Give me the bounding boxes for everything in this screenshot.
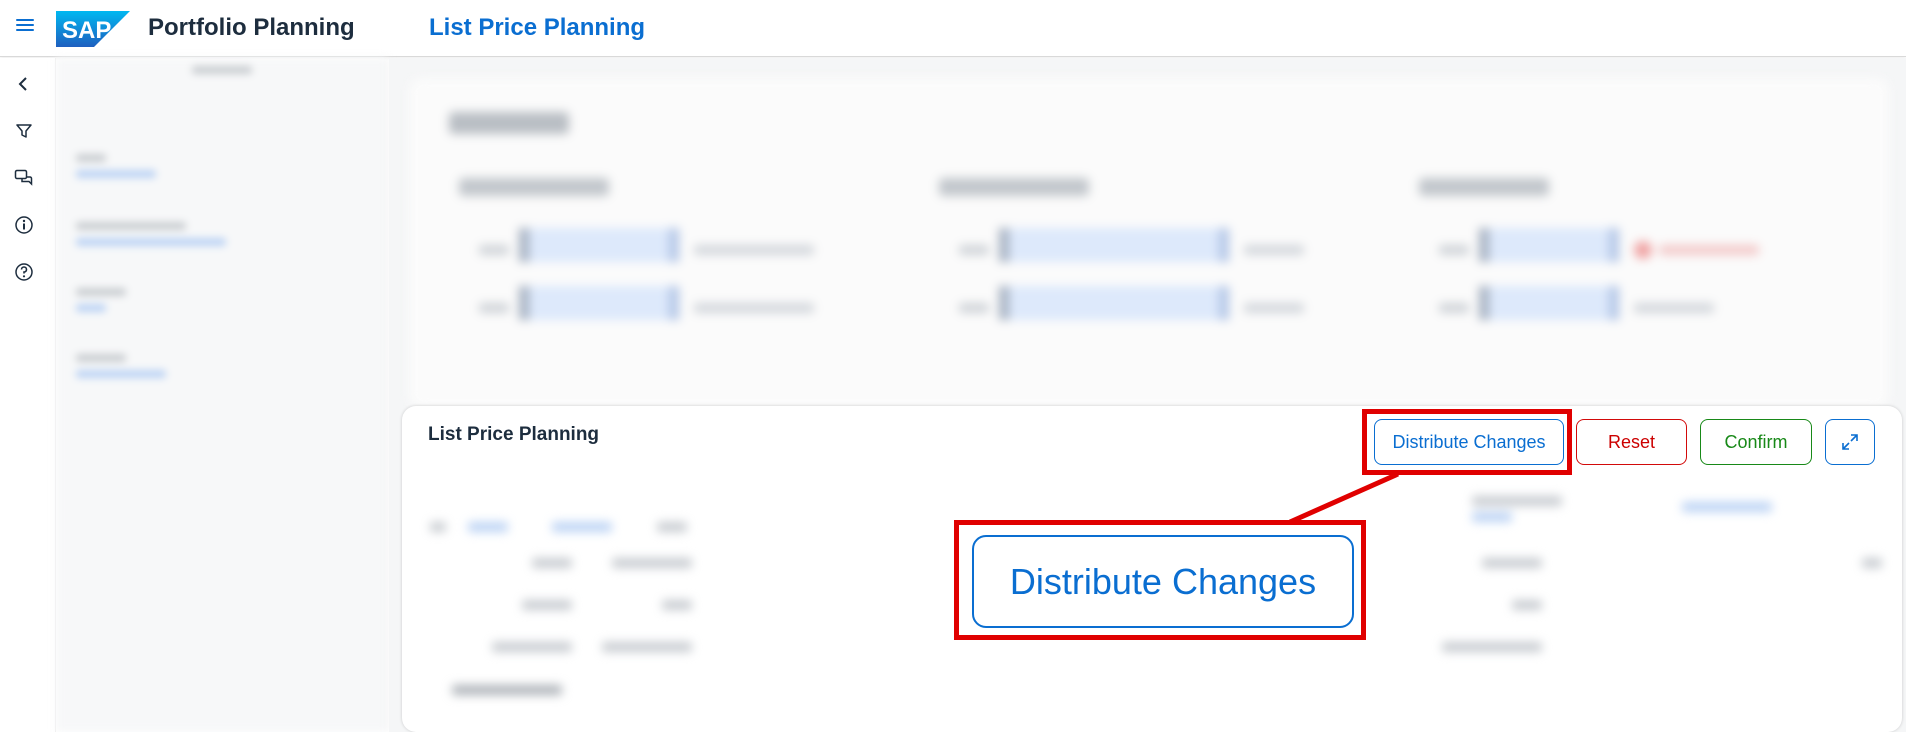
zoomed-distribute-changes-button: Distribute Changes: [972, 535, 1354, 628]
callout-connector: [1288, 471, 1400, 525]
